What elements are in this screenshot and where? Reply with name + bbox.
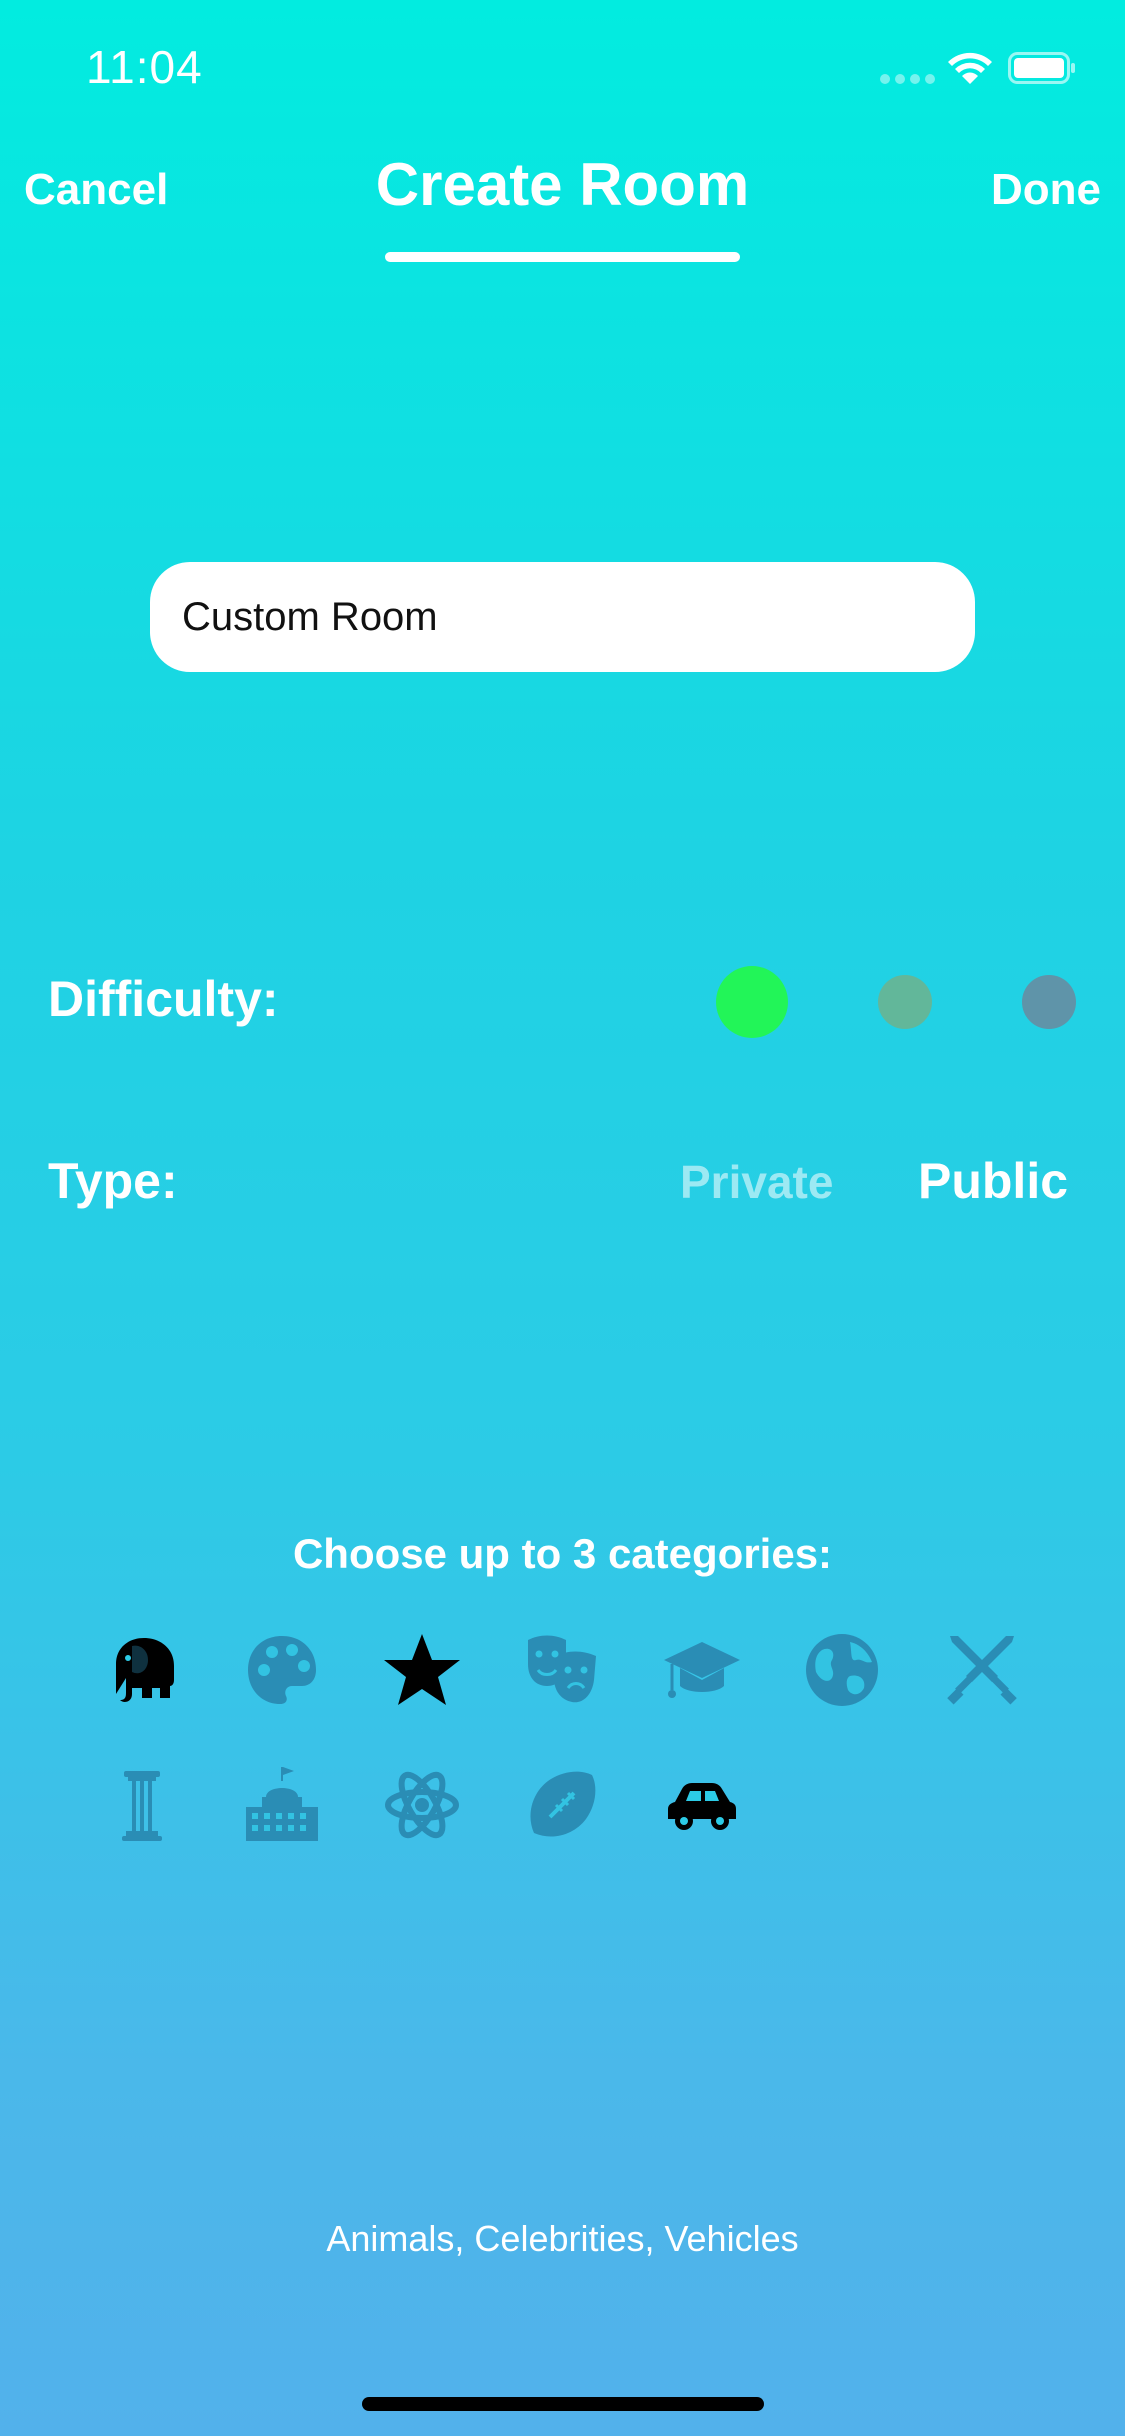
palette-icon bbox=[248, 1636, 316, 1704]
category-ancient[interactable] bbox=[102, 1765, 182, 1845]
elephant-icon bbox=[116, 1638, 174, 1702]
battery-icon bbox=[1008, 52, 1075, 84]
difficulty-easy-dot[interactable] bbox=[716, 966, 788, 1038]
category-politics[interactable] bbox=[242, 1765, 322, 1845]
category-education[interactable] bbox=[662, 1630, 742, 1710]
type-label: Type: bbox=[48, 1153, 178, 1209]
government-building-icon bbox=[246, 1767, 318, 1841]
type-private-option[interactable]: Private bbox=[680, 1155, 833, 1209]
category-theater[interactable] bbox=[522, 1630, 602, 1710]
star-icon bbox=[384, 1634, 460, 1705]
football-icon bbox=[530, 1771, 596, 1837]
atom-icon bbox=[385, 1771, 459, 1839]
category-animals[interactable] bbox=[102, 1630, 182, 1710]
category-science[interactable] bbox=[382, 1765, 462, 1845]
category-art[interactable] bbox=[242, 1630, 322, 1710]
category-geography[interactable] bbox=[802, 1630, 882, 1710]
car-icon bbox=[668, 1783, 736, 1830]
home-indicator[interactable] bbox=[362, 2397, 764, 2411]
column-icon bbox=[122, 1771, 162, 1841]
create-room-screen: 11:04 Cancel Create Room Done Difficulty… bbox=[0, 0, 1125, 2436]
wifi-icon bbox=[948, 52, 992, 84]
status-time: 11:04 bbox=[86, 41, 203, 93]
selected-categories-text: Animals, Celebrities, Vehicles bbox=[326, 2218, 799, 2259]
difficulty-medium-dot[interactable] bbox=[878, 975, 932, 1029]
globe-icon bbox=[806, 1634, 878, 1706]
page-title: Create Room bbox=[375, 151, 750, 218]
room-name-input[interactable] bbox=[150, 562, 975, 672]
crossed-swords-icon bbox=[947, 1636, 1017, 1705]
category-history[interactable] bbox=[942, 1630, 1022, 1710]
difficulty-hard-dot[interactable] bbox=[1022, 975, 1076, 1029]
difficulty-label: Difficulty: bbox=[48, 971, 279, 1027]
title-underline bbox=[385, 252, 740, 262]
type-public-option[interactable]: Public bbox=[918, 1152, 1068, 1210]
categories-heading: Choose up to 3 categories: bbox=[292, 1530, 833, 1577]
category-sports[interactable] bbox=[522, 1765, 602, 1845]
cellular-signal-icon bbox=[880, 74, 936, 84]
done-button[interactable]: Done bbox=[991, 165, 1101, 215]
category-vehicles[interactable] bbox=[662, 1765, 742, 1845]
graduation-cap-icon bbox=[664, 1642, 740, 1698]
status-bar: 11:04 bbox=[0, 0, 1125, 130]
navigation-bar: Cancel Create Room Done bbox=[0, 150, 1125, 280]
theater-masks-icon bbox=[528, 1635, 596, 1703]
category-celebrities[interactable] bbox=[382, 1630, 462, 1710]
